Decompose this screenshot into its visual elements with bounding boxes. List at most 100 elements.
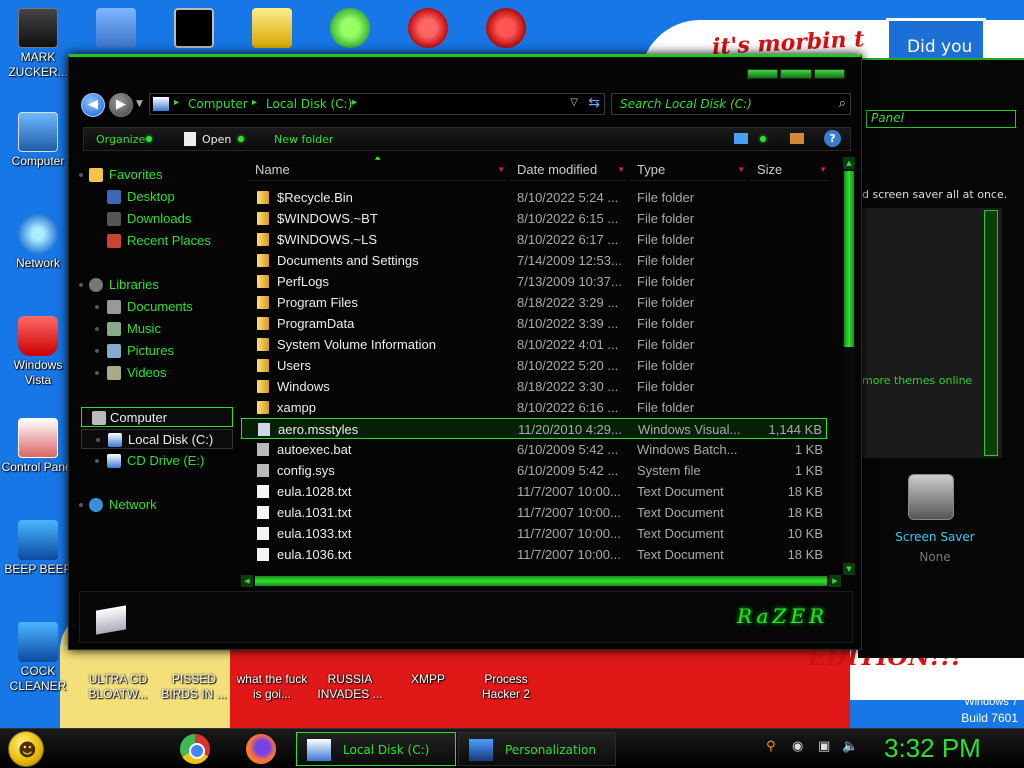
desktop-icon-cock-cleaner[interactable]: COCK CLEANER (0, 622, 76, 694)
start-button[interactable]: ☻ (8, 731, 44, 767)
address-history-dropdown-icon[interactable]: ▽ (570, 97, 578, 108)
nav-desktop[interactable]: Desktop (79, 187, 229, 207)
file-row[interactable]: System Volume Information 8/10/2022 4:01 … (241, 334, 827, 355)
new-folder-button[interactable]: New folder (274, 133, 333, 146)
desktop-icon-pissed-birds-2[interactable]: PISSED BIRDS IN ... (156, 672, 232, 702)
organize-button[interactable]: Organize (96, 133, 145, 146)
screen-saver-label[interactable]: Screen Saver (880, 530, 990, 544)
volume-icon[interactable]: 🔈 (842, 739, 858, 754)
address-bar[interactable]: ▸ Computer ▸ Local Disk (C:) ▸ ▽ ⇆ (149, 93, 605, 115)
file-row[interactable]: $WINDOWS.~BT 8/10/2022 6:15 ... File folde… (241, 208, 827, 229)
breadcrumb-separator-icon[interactable]: ▸ (174, 97, 179, 108)
nav-pictures[interactable]: Pictures (79, 341, 229, 361)
desktop-icon-computer[interactable]: Computer (0, 112, 76, 169)
breadcrumb-separator-icon[interactable]: ▸ (252, 97, 257, 108)
horizontal-scroll-thumb[interactable] (255, 576, 827, 586)
view-dropdown-icon[interactable] (760, 136, 766, 142)
nav-local-disk[interactable]: Local Disk (C:) (81, 429, 233, 449)
desktop-icon-what[interactable]: what the fuck is goi... (234, 672, 310, 702)
column-dropdown-icon[interactable]: ▼ (819, 159, 827, 181)
column-size[interactable]: Size ▼ (751, 159, 829, 181)
network-tray-icon[interactable]: ▣ (818, 739, 830, 754)
personalization-window[interactable]: Panel d screen saver all at once. more t… (858, 58, 1024, 658)
nav-cd-drive[interactable]: CD Drive (E:) (79, 451, 229, 471)
column-date-modified[interactable]: Date modified ▼ (511, 159, 627, 181)
more-themes-link[interactable]: more themes online (862, 374, 972, 387)
nav-downloads[interactable]: Downloads (79, 209, 229, 229)
open-button[interactable]: Open (202, 133, 231, 146)
chrome-pinned-icon[interactable] (180, 734, 210, 764)
nav-recent-places[interactable]: Recent Places (79, 231, 229, 251)
breadcrumb-computer[interactable]: Computer (188, 97, 248, 111)
refresh-icon[interactable]: ⇆ (588, 95, 600, 111)
scroll-left-icon[interactable]: ◀ (241, 575, 253, 587)
minimize-button[interactable] (747, 69, 779, 79)
desktop-icon-pissed-birds[interactable] (312, 8, 388, 50)
nav-favorites[interactable]: Favorites (79, 165, 229, 185)
file-row[interactable]: Windows 8/18/2022 3:30 ... File folder (241, 376, 827, 397)
column-dropdown-icon[interactable]: ▼ (617, 159, 625, 181)
nav-videos[interactable]: Videos (79, 363, 229, 383)
nav-music[interactable]: Music (79, 319, 229, 339)
breadcrumb-separator-icon[interactable]: ▸ (352, 97, 357, 108)
file-row[interactable]: $Recycle.Bin 8/10/2022 5:24 ... File folde… (241, 187, 827, 208)
theme-gallery[interactable] (862, 208, 1002, 458)
file-row[interactable]: autoexec.bat 6/10/2009 5:42 ... Windows Ba… (241, 439, 827, 460)
desktop-icon-devcpp[interactable] (468, 8, 544, 50)
desktop-icon-folder[interactable] (234, 8, 310, 50)
file-row[interactable]: eula.1033.txt 11/7/2007 10:00... Text Docu… (241, 523, 827, 544)
file-row[interactable]: Program Files 8/18/2022 3:29 ... File fold… (241, 292, 827, 313)
column-name[interactable]: Name ▼ (249, 159, 507, 181)
change-view-icon[interactable] (734, 133, 748, 144)
maximize-button[interactable] (780, 69, 812, 79)
search-icon[interactable]: ⌕ (839, 96, 846, 111)
file-row[interactable]: Users 8/10/2022 5:20 ... File folder (241, 355, 827, 376)
file-row[interactable]: aero.msstyles 11/20/2010 4:29... Windows V… (241, 418, 827, 439)
horizontal-scrollbar[interactable]: ◀ ▶ (241, 575, 841, 587)
desktop-icon-notepad[interactable] (78, 8, 154, 50)
scroll-up-icon[interactable]: ▲ (843, 157, 855, 169)
taskbar-explorer-button[interactable]: Local Disk (C:) (296, 732, 456, 766)
preview-pane-icon[interactable] (790, 133, 804, 144)
desktop-icon-mark-zucker[interactable]: MARK ZUCKER... (0, 8, 76, 80)
desktop-icon-network[interactable]: Network (0, 214, 76, 271)
search-tray-icon[interactable]: ⚲ (766, 739, 776, 754)
file-list[interactable]: ▲ Name ▼ Date modified ▼ Type ▼ Size ▼ $… (241, 157, 855, 587)
desktop-icon-p[interactable] (390, 8, 466, 50)
breadcrumb-local-disk[interactable]: Local Disk (C:) (266, 97, 352, 111)
search-box[interactable]: ⌕ (611, 93, 851, 115)
file-row[interactable]: $WINDOWS.~LS 8/10/2022 6:17 ... File folde… (241, 229, 827, 250)
close-button[interactable] (813, 69, 845, 79)
desktop-icon-control-panel[interactable]: Control Panel (0, 418, 76, 475)
file-row[interactable]: ProgramData 8/10/2022 3:39 ... File folder (241, 313, 827, 334)
file-row[interactable]: eula.1036.txt 11/7/2007 10:00... Text Docu… (241, 544, 827, 565)
back-button[interactable]: ◀ (81, 93, 105, 117)
file-row[interactable]: config.sys 6/10/2009 5:42 ... System file 1… (241, 460, 827, 481)
desktop-icon-xmpp[interactable]: XMPP (390, 672, 466, 687)
firefox-pinned-icon[interactable] (246, 734, 276, 764)
file-row[interactable]: xampp 8/10/2022 6:16 ... File folder (241, 397, 827, 418)
column-dropdown-icon[interactable]: ▼ (737, 159, 745, 181)
help-icon[interactable]: ? (824, 130, 841, 147)
personalization-search-box[interactable]: Panel (866, 110, 1016, 128)
column-dropdown-icon[interactable]: ▼ (497, 159, 505, 181)
desktop-icon-russia[interactable]: RUSSIA INVADES ... (312, 672, 388, 702)
forward-button[interactable]: ▶ (109, 93, 133, 117)
theme-gallery-scrollbar[interactable] (984, 210, 998, 456)
file-row[interactable]: eula.1028.txt 11/7/2007 10:00... Text Docu… (241, 481, 827, 502)
nav-documents[interactable]: Documents (79, 297, 229, 317)
scroll-down-icon[interactable]: ▼ (843, 563, 855, 575)
desktop-icon-beep-beep[interactable]: BEEP BEEP (0, 520, 76, 577)
recent-pages-dropdown[interactable]: ▼ (136, 99, 143, 109)
taskbar-clock[interactable]: 3:32 PM (884, 733, 981, 764)
vertical-scroll-thumb[interactable] (844, 171, 854, 347)
nav-libraries[interactable]: Libraries (79, 275, 229, 295)
desktop-icon-windows-vista[interactable]: Windows Vista (0, 316, 76, 388)
file-row[interactable]: eula.1031.txt 11/7/2007 10:00... Text Docu… (241, 502, 827, 523)
file-row[interactable]: PerfLogs 7/13/2009 10:37... File folder (241, 271, 827, 292)
nav-network[interactable]: Network (79, 495, 229, 515)
file-row[interactable]: Documents and Settings 7/14/2009 12:53...… (241, 250, 827, 271)
nav-computer[interactable]: Computer (81, 407, 233, 427)
desktop-icon-ultra-cd[interactable]: ULTRA CD BLOATW... (80, 672, 156, 702)
desktop-icon-process-hacker[interactable]: Process Hacker 2 (468, 672, 544, 702)
